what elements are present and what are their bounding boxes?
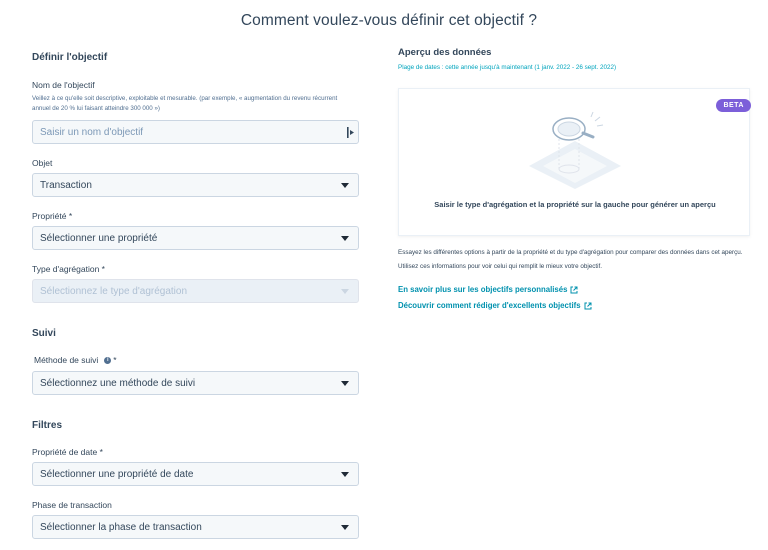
preview-description: Essayez les différentes options à partir… — [398, 249, 743, 270]
aggregation-select-value: Sélectionnez le type d'agrégation — [40, 285, 188, 297]
page-title: Comment voulez-vous définir cet objectif… — [240, 12, 538, 29]
deal-phase-select[interactable]: Sélectionner la phase de transaction — [32, 515, 359, 539]
required-marker: * — [113, 355, 117, 365]
tracking-heading: Suivi — [32, 328, 56, 339]
tracking-method-label-text: Méthode de suivi — [34, 355, 99, 365]
property-select[interactable]: Sélectionner une propriété — [32, 226, 359, 250]
aggregation-label: Type d'agrégation * — [32, 264, 105, 274]
deal-phase-label: Phase de transaction — [32, 500, 112, 510]
info-icon[interactable]: i — [104, 356, 112, 364]
caret-down-icon — [341, 183, 349, 188]
date-property-select[interactable]: Sélectionner une propriété de date — [32, 462, 359, 486]
cursor-icon — [347, 127, 354, 138]
preview-date-range: Plage de dates : cette année jusqu'à mai… — [398, 64, 617, 71]
preview-card: BETA Saisir le type d'agrégation et la p… — [398, 88, 751, 236]
tracking-method-select-value: Sélectionnez une méthode de suivi — [40, 377, 196, 389]
goal-name-input[interactable]: Saisir un nom d'objectif — [32, 120, 359, 144]
goal-name-help: Veillez à ce qu'elle soit descriptive, e… — [32, 95, 338, 112]
external-link-icon — [570, 286, 578, 293]
goal-name-placeholder: Saisir un nom d'objectif — [40, 126, 144, 138]
caret-down-icon — [341, 236, 349, 241]
date-property-label: Propriété de date * — [32, 447, 103, 457]
caret-down-icon — [341, 472, 349, 477]
object-select[interactable]: Transaction — [32, 173, 359, 197]
tracking-method-select[interactable]: Sélectionnez une méthode de suivi — [32, 371, 359, 395]
caret-down-icon — [341, 525, 349, 530]
goal-name-label: Nom de l'objectif — [32, 80, 95, 90]
external-link-icon — [584, 302, 592, 309]
custom-goals-link[interactable]: En savoir plus sur les objectifs personn… — [398, 285, 578, 294]
magnifier-illustration-icon — [529, 111, 621, 189]
beta-badge: BETA — [716, 99, 751, 112]
data-preview-panel: Aperçu des données Plage de dates : cett… — [398, 47, 751, 310]
custom-goals-link-text: En savoir plus sur les objectifs personn… — [398, 285, 568, 294]
preview-title: Aperçu des données — [398, 47, 492, 58]
object-select-value: Transaction — [40, 179, 92, 191]
property-select-value: Sélectionner une propriété — [40, 232, 158, 244]
aggregation-select[interactable]: Sélectionnez le type d'agrégation — [32, 279, 359, 303]
define-goal-heading: Définir l'objectif — [32, 52, 108, 63]
caret-down-icon — [341, 381, 349, 386]
object-label: Objet — [32, 158, 53, 168]
deal-phase-select-value: Sélectionner la phase de transaction — [40, 521, 202, 533]
caret-down-icon — [341, 289, 349, 294]
preview-card-message: Saisir le type d'agrégation et la propri… — [434, 200, 716, 209]
writing-goals-link-text: Découvrir comment rédiger d'excellents o… — [398, 301, 581, 310]
property-label: Propriété * — [32, 211, 73, 221]
filters-heading: Filtres — [32, 420, 63, 431]
date-property-select-value: Sélectionner une propriété de date — [40, 468, 194, 480]
tracking-method-label: Méthode de suivi i * — [34, 355, 117, 365]
writing-goals-link[interactable]: Découvrir comment rédiger d'excellents o… — [398, 301, 592, 310]
